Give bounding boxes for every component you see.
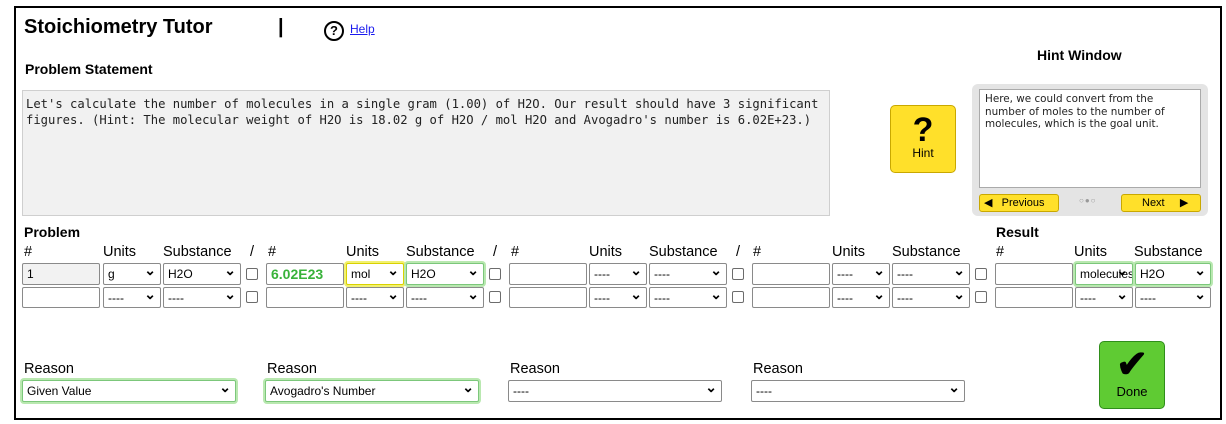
col-number: # [24, 244, 33, 260]
term4-number-input[interactable] [752, 263, 830, 285]
title-separator: | [278, 16, 284, 38]
col-substance: Substance [163, 244, 232, 260]
done-label: Done [1116, 384, 1148, 399]
col-units: Units [103, 244, 137, 260]
term4-number-input[interactable] [752, 287, 830, 308]
previous-hint-button[interactable]: ◀ Previous [979, 194, 1059, 212]
term2-cancel-checkbox[interactable] [489, 291, 501, 303]
term2-units-select[interactable]: ---- [346, 287, 404, 308]
term1-number-input[interactable] [22, 287, 100, 308]
hint-button-label: Hint [912, 146, 934, 160]
term2-substance-select[interactable]: ---- [406, 287, 484, 308]
term3-cancel-checkbox[interactable] [732, 268, 744, 280]
hint-button[interactable]: ? Hint [890, 105, 956, 173]
reason-2-select[interactable]: Avogadro's Number [265, 380, 479, 402]
right-arrow-icon: ▶ [1179, 197, 1189, 209]
col-number: # [753, 244, 762, 260]
reason-3-label: Reason [510, 361, 560, 377]
term3-number-input[interactable] [509, 263, 587, 285]
previous-label: Previous [1001, 197, 1045, 209]
term1-number-input[interactable]: 1 [22, 263, 100, 285]
term4-substance-select[interactable]: ---- [892, 287, 970, 308]
term2-cancel-checkbox[interactable] [489, 268, 501, 280]
hint-text: Here, we could convert from the number o… [979, 89, 1201, 188]
col-substance: Substance [1134, 244, 1203, 260]
term4-cancel-checkbox[interactable] [975, 291, 987, 303]
checkmark-icon: ✔ [1116, 344, 1148, 386]
problem-statement-text: Let's calculate the number of molecules … [22, 90, 830, 216]
term3-units-select[interactable]: ---- [589, 263, 647, 285]
term3-number-input[interactable] [509, 287, 587, 308]
term3-substance-select[interactable]: ---- [649, 287, 727, 308]
col-units: Units [346, 244, 380, 260]
col-divider: / [493, 244, 498, 260]
term2-substance-select[interactable]: H2O [406, 263, 484, 285]
next-label: Next [1142, 197, 1165, 209]
reason-1-label: Reason [24, 361, 74, 377]
problem-statement-heading: Problem Statement [25, 61, 153, 77]
reason-4-select[interactable]: ---- [751, 380, 965, 402]
next-hint-button[interactable]: Next ▶ [1121, 194, 1201, 212]
reason-2-label: Reason [267, 361, 317, 377]
reason-1-select[interactable]: Given Value [22, 380, 236, 402]
col-number: # [996, 244, 1005, 260]
result-units-select[interactable]: ---- [1075, 287, 1133, 308]
app-title: Stoichiometry Tutor [24, 16, 213, 38]
col-units: Units [832, 244, 866, 260]
term1-cancel-checkbox[interactable] [246, 268, 258, 280]
col-divider: / [736, 244, 741, 260]
result-number-input[interactable] [995, 263, 1073, 285]
term2-units-select[interactable]: mol [346, 263, 404, 285]
term3-substance-select[interactable]: ---- [649, 263, 727, 285]
term1-substance-select[interactable]: H2O [163, 263, 241, 285]
col-units: Units [1074, 244, 1108, 260]
term2-number-input[interactable] [266, 287, 344, 308]
done-button[interactable]: ✔ Done [1099, 341, 1165, 409]
col-divider: / [250, 244, 255, 260]
result-number-input[interactable] [995, 287, 1073, 308]
reason-4-label: Reason [753, 361, 803, 377]
result-units-select[interactable]: molecules [1075, 263, 1133, 285]
help-link[interactable]: Help [350, 22, 375, 36]
term4-units-select[interactable]: ---- [832, 263, 890, 285]
col-substance: Substance [892, 244, 961, 260]
hint-window-title: Hint Window [1037, 47, 1122, 63]
term4-cancel-checkbox[interactable] [975, 268, 987, 280]
term4-substance-select[interactable]: ---- [892, 263, 970, 285]
term1-units-select[interactable]: g [103, 263, 161, 285]
term1-cancel-checkbox[interactable] [246, 291, 258, 303]
question-mark-icon: ? [912, 111, 934, 149]
result-substance-select[interactable]: H2O [1135, 263, 1211, 285]
col-units: Units [589, 244, 623, 260]
term3-cancel-checkbox[interactable] [732, 291, 744, 303]
hint-page-dots: ○●○ [1079, 196, 1097, 205]
col-substance: Substance [406, 244, 475, 260]
term1-substance-select[interactable]: ---- [163, 287, 241, 308]
reason-3-select[interactable]: ---- [508, 380, 722, 402]
problem-heading: Problem [24, 224, 81, 240]
left-arrow-icon: ◀ [984, 197, 993, 209]
term1-units-select[interactable]: ---- [103, 287, 161, 308]
result-substance-select[interactable]: ---- [1135, 287, 1211, 308]
help-icon[interactable]: ? [324, 21, 344, 41]
col-number: # [268, 244, 277, 260]
term2-number-input[interactable]: 6.02E23 [266, 263, 344, 285]
term4-units-select[interactable]: ---- [832, 287, 890, 308]
result-heading: Result [996, 224, 1039, 240]
col-number: # [511, 244, 520, 260]
col-substance: Substance [649, 244, 718, 260]
term3-units-select[interactable]: ---- [589, 287, 647, 308]
